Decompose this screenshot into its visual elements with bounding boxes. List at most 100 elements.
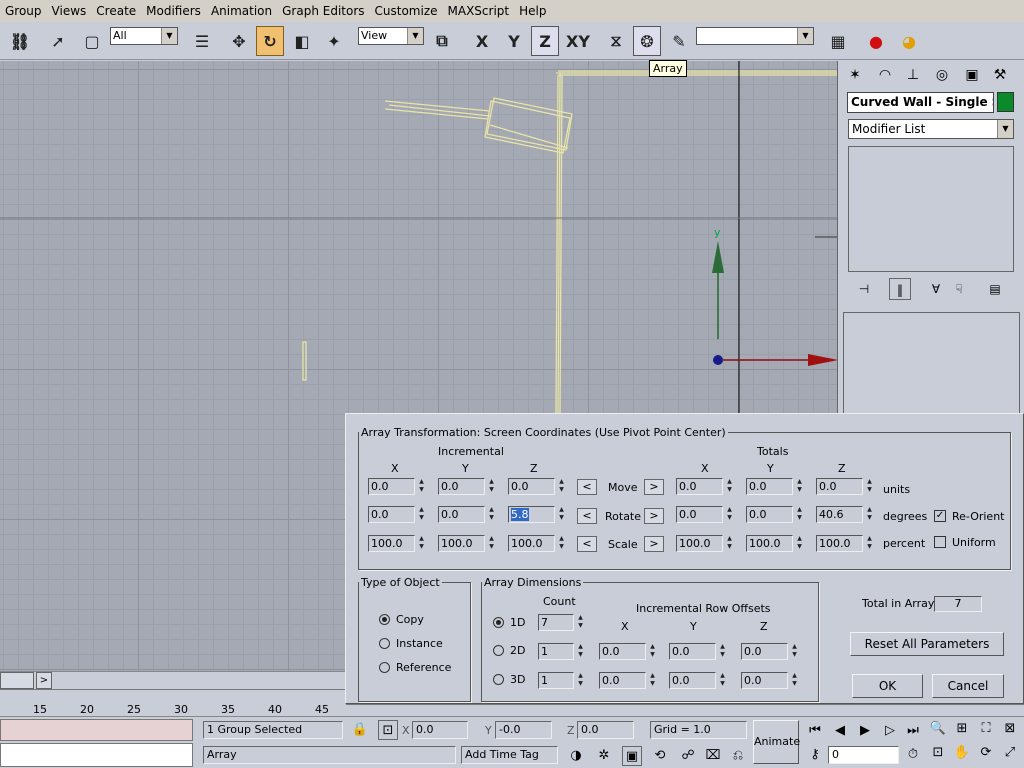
spinner-arrows-icon[interactable]: ▲ ▼ [576, 614, 585, 631]
tot-move-y[interactable]: 0.0 ▲ ▼ [746, 478, 804, 495]
count-2d[interactable]: 1 ▲ ▼ [538, 643, 586, 660]
rotate-left-arrow-button[interactable]: < [577, 508, 597, 524]
tot-rotate-z-value[interactable]: 40.6 [816, 506, 863, 523]
spinner-arrows-icon[interactable]: ▲ ▼ [865, 535, 874, 552]
track-bar[interactable]: 15 20 25 30 35 40 45 [0, 689, 345, 716]
dim-1d-radio[interactable] [493, 617, 504, 628]
offset-3d-z-value[interactable]: 0.0 [741, 672, 788, 689]
select-link-icon[interactable]: ⛓ [6, 26, 34, 56]
zoom-icon[interactable]: 🔍 [928, 719, 948, 739]
menu-graph-editors[interactable]: Graph Editors [277, 4, 369, 18]
select-arrow-icon[interactable]: ➚ [44, 26, 72, 56]
inc-move-y[interactable]: 0.0 ▲ ▼ [438, 478, 496, 495]
spinner-arrows-icon[interactable]: ▲ ▼ [557, 506, 566, 523]
spinner-arrows-icon[interactable]: ▲ ▼ [487, 506, 496, 523]
rotate-right-arrow-button[interactable]: > [644, 508, 664, 524]
select-by-name-icon[interactable]: ☰ [188, 26, 216, 56]
spinner-arrows-icon[interactable]: ▲ ▼ [417, 506, 426, 523]
maxscript-listener[interactable] [0, 719, 193, 741]
spinner-arrows-icon[interactable]: ▲ ▼ [487, 478, 496, 495]
inc-scale-z[interactable]: 100.0 ▲ ▼ [508, 535, 566, 552]
count-1d[interactable]: 7 ▲ ▼ [538, 614, 586, 631]
scale-left-arrow-button[interactable]: < [577, 536, 597, 552]
offset-2d-y[interactable]: 0.0 ▲ ▼ [669, 643, 727, 660]
inc-scale-x[interactable]: 100.0 ▲ ▼ [368, 535, 426, 552]
tot-move-z[interactable]: 0.0 ▲ ▼ [816, 478, 874, 495]
pivot-center-icon[interactable]: ⧉ [428, 26, 456, 56]
tot-scale-x[interactable]: 100.0 ▲ ▼ [676, 535, 734, 552]
tot-rotate-z[interactable]: 40.6 ▲ ▼ [816, 506, 874, 523]
display-tab-icon[interactable]: ▣ [959, 63, 985, 87]
tot-move-x[interactable]: 0.0 ▲ ▼ [676, 478, 734, 495]
render-scene-icon[interactable]: ◕ [895, 26, 923, 56]
animate-button[interactable]: Animate [753, 720, 800, 764]
offset-3d-x-value[interactable]: 0.0 [599, 672, 646, 689]
spinner-arrows-icon[interactable]: ▲ ▼ [557, 535, 566, 552]
inc-scale-y-value[interactable]: 100.0 [438, 535, 485, 552]
snap-toggle-icon[interactable]: ◑ [566, 746, 586, 766]
spinner-arrows-icon[interactable]: ▲ ▼ [790, 643, 799, 660]
menu-help[interactable]: Help [514, 4, 551, 18]
gizmo-pivot[interactable] [713, 355, 723, 365]
go-to-end-icon[interactable]: ⏭ [903, 721, 923, 741]
region-select-icon[interactable]: ▢ [78, 26, 106, 56]
spinner-arrows-icon[interactable]: ▲ ▼ [557, 478, 566, 495]
tot-rotate-x-value[interactable]: 0.0 [676, 506, 723, 523]
inc-scale-y[interactable]: 100.0 ▲ ▼ [438, 535, 496, 552]
offset-2d-y-value[interactable]: 0.0 [669, 643, 716, 660]
inc-rotate-z-field[interactable]: 5.8 [508, 506, 555, 523]
tot-scale-x-value[interactable]: 100.0 [676, 535, 723, 552]
add-time-tag[interactable]: Add Time Tag [461, 746, 558, 764]
maximize-viewport-icon[interactable]: ⤢ [1000, 743, 1020, 763]
spinner-arrows-icon[interactable]: ▲ ▼ [725, 506, 734, 523]
copy-radio[interactable] [379, 614, 390, 625]
current-frame-field[interactable]: 0 [828, 746, 899, 764]
reset-all-parameters-button[interactable]: Reset All Parameters [850, 632, 1004, 656]
tot-rotate-y[interactable]: 0.0 ▲ ▼ [746, 506, 804, 523]
selection-filter-dropdown[interactable]: All ▼ [110, 27, 178, 45]
spinner-arrows-icon[interactable]: ▲ ▼ [795, 478, 804, 495]
motion-tab-icon[interactable]: ◎ [929, 63, 955, 87]
spinner-arrows-icon[interactable]: ▲ ▼ [865, 478, 874, 495]
modifier-stack[interactable] [848, 146, 1014, 272]
inc-move-z-value[interactable]: 0.0 [508, 478, 555, 495]
spinner-arrows-icon[interactable]: ▲ ▼ [795, 506, 804, 523]
layer-manager-icon[interactable]: ▦ [824, 26, 852, 56]
axis-xy-button[interactable]: XY [563, 26, 593, 56]
count-1d-value[interactable]: 7 [538, 614, 574, 631]
time-configuration-icon[interactable]: ⏱ [903, 745, 923, 765]
rotate-icon[interactable]: ↻ [256, 26, 284, 56]
tot-scale-y-value[interactable]: 100.0 [746, 535, 793, 552]
dim-3d-radio[interactable] [493, 674, 504, 685]
time-slider[interactable]: > [0, 671, 345, 689]
make-unique-icon[interactable]: ∀ [925, 278, 947, 300]
tot-rotate-x[interactable]: 0.0 ▲ ▼ [676, 506, 734, 523]
reorient-checkbox[interactable]: ✓ [934, 510, 946, 522]
percent-snap-icon[interactable]: ▣ [622, 746, 642, 766]
axis-x-button[interactable]: X [468, 26, 496, 56]
align-icon[interactable]: ✎ [665, 26, 693, 56]
axis-z-button[interactable]: Z [531, 26, 559, 56]
menu-views[interactable]: Views [47, 4, 92, 18]
count-3d[interactable]: 1 ▲ ▼ [538, 672, 586, 689]
inc-move-y-value[interactable]: 0.0 [438, 478, 485, 495]
region-zoom-icon[interactable]: ⊡ [928, 743, 948, 763]
remove-modifier-icon[interactable]: ☟ [948, 278, 970, 300]
hierarchy-tab-icon[interactable]: ⊥ [900, 63, 926, 87]
count-3d-value[interactable]: 1 [538, 672, 574, 689]
material-editor-icon[interactable]: ● [862, 26, 890, 56]
mirror-icon[interactable]: ⧖ [602, 26, 630, 56]
offset-3d-x[interactable]: 0.0 ▲ ▼ [599, 672, 657, 689]
lock-selection-icon[interactable]: 🔒 [350, 720, 370, 740]
named-selection-sets-dropdown[interactable]: ▼ [696, 27, 814, 45]
coord-y-field[interactable]: -0.0 [495, 721, 552, 739]
tot-rotate-y-value[interactable]: 0.0 [746, 506, 793, 523]
spinner-arrows-icon[interactable]: ▲ ▼ [417, 535, 426, 552]
modifier-list-dropdown[interactable]: Modifier List ▼ [848, 119, 1014, 139]
offset-2d-x-value[interactable]: 0.0 [599, 643, 646, 660]
arc-rotate-icon[interactable]: ⟳ [976, 743, 996, 763]
reference-coord-dropdown[interactable]: View ▼ [358, 27, 424, 45]
inc-move-x-value[interactable]: 0.0 [368, 478, 415, 495]
zoom-extents-icon[interactable]: ⛶ [976, 719, 996, 739]
offset-3d-z[interactable]: 0.0 ▲ ▼ [741, 672, 799, 689]
